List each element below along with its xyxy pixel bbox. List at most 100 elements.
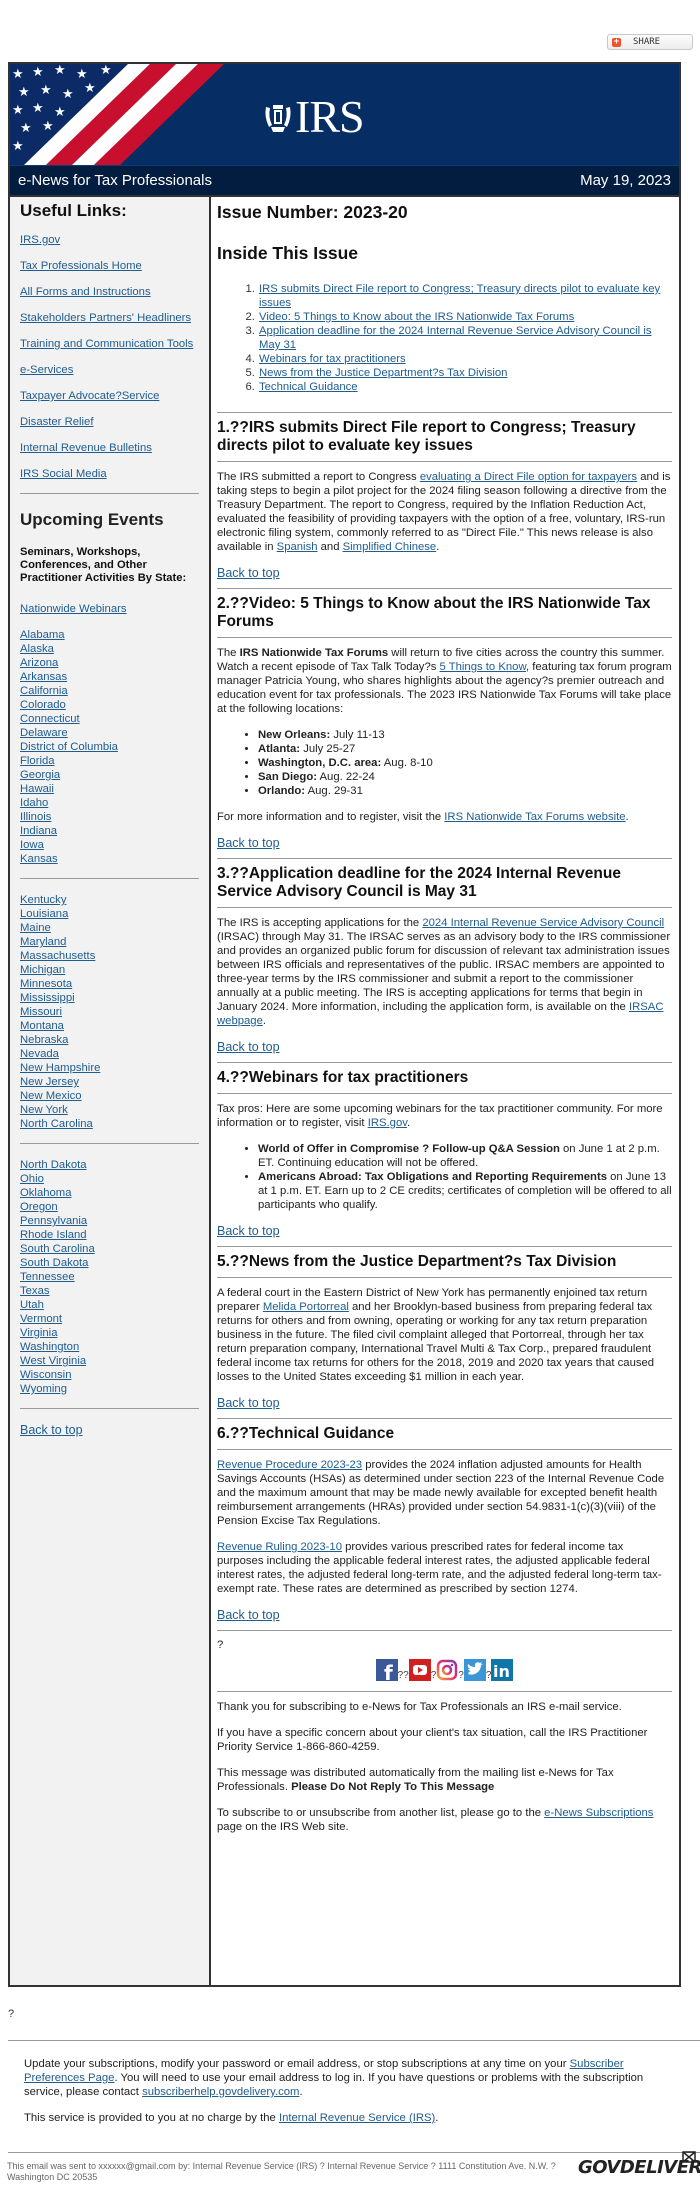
state-link-district-of-columbia[interactable]: District of Columbia (20, 740, 199, 754)
state-link-kentucky[interactable]: Kentucky (20, 893, 199, 907)
state-link-north-carolina[interactable]: North Carolina (20, 1117, 199, 1131)
state-list-group-3: North Dakota Ohio Oklahoma Oregon Pennsylvan… (20, 1158, 199, 1396)
state-link-west-virginia[interactable]: West Virginia (20, 1354, 199, 1368)
back-to-top-link[interactable]: Back to top (217, 836, 672, 850)
toc-link-2[interactable]: Video: 5 Things to Know about the IRS Na… (259, 311, 574, 323)
state-link-georgia[interactable]: Georgia (20, 768, 199, 782)
state-link-tennessee[interactable]: Tennessee (20, 1270, 199, 1284)
state-link-connecticut[interactable]: Connecticut (20, 712, 199, 726)
instagram-icon[interactable] (436, 1659, 458, 1681)
twitter-icon[interactable] (463, 1659, 486, 1681)
state-link-arizona[interactable]: Arizona (20, 656, 199, 670)
back-to-top-link[interactable]: Back to top (217, 566, 672, 580)
state-link-vermont[interactable]: Vermont (20, 1312, 199, 1326)
state-link-maine[interactable]: Maine (20, 921, 199, 935)
state-link-texas[interactable]: Texas (20, 1284, 199, 1298)
youtube-icon[interactable] (408, 1659, 431, 1681)
sidebar-divider (20, 1143, 199, 1144)
sidebar-link-irs-gov[interactable]: IRS.gov (20, 233, 199, 247)
sidebar-link-tax-pros-home[interactable]: Tax Professionals Home (20, 259, 199, 273)
subscription-notice: Update your subscriptions, modify your p… (24, 2057, 664, 2099)
state-link-ohio[interactable]: Ohio (20, 1172, 199, 1186)
state-link-nevada[interactable]: Nevada (20, 1047, 199, 1061)
state-link-kansas[interactable]: Kansas (20, 852, 199, 866)
toc-link-6[interactable]: Technical Guidance (259, 381, 358, 393)
sidebar-link-social-media[interactable]: IRS Social Media (20, 467, 199, 481)
melida-portorreal-link[interactable]: Melida Portorreal (263, 1301, 349, 1313)
state-link-north-dakota[interactable]: North Dakota (20, 1158, 199, 1172)
state-link-washington[interactable]: Washington (20, 1340, 199, 1354)
state-link-oregon[interactable]: Oregon (20, 1200, 199, 1214)
five-things-to-know-link[interactable]: 5 Things to Know (440, 661, 526, 673)
toc-link-1[interactable]: IRS submits Direct File report to Congre… (259, 283, 660, 309)
state-link-iowa[interactable]: Iowa (20, 838, 199, 852)
state-link-michigan[interactable]: Michigan (20, 963, 199, 977)
state-link-new-hampshire[interactable]: New Hampshire (20, 1061, 199, 1075)
e-news-subscriptions-link[interactable]: e-News Subscriptions (544, 1807, 653, 1819)
state-link-florida[interactable]: Florida (20, 754, 199, 768)
tax-forums-website-link[interactable]: IRS Nationwide Tax Forums website (444, 811, 625, 823)
sidebar-link-stakeholders[interactable]: Stakeholders Partners' Headliners (20, 311, 199, 325)
svg-text:★: ★ (12, 139, 24, 154)
state-link-maryland[interactable]: Maryland (20, 935, 199, 949)
state-link-new-mexico[interactable]: New Mexico (20, 1089, 199, 1103)
state-link-wisconsin[interactable]: Wisconsin (20, 1368, 199, 1382)
irs-link[interactable]: Internal Revenue Service (IRS) (279, 2112, 435, 2124)
state-link-arkansas[interactable]: Arkansas (20, 670, 199, 684)
irsac-link[interactable]: 2024 Internal Revenue Service Advisory C… (422, 917, 664, 929)
linkedin-icon[interactable]: in (491, 1659, 514, 1681)
facebook-icon[interactable]: f (375, 1659, 398, 1685)
subscriber-help-link[interactable]: subscriberhelp.govdelivery.com (142, 2086, 299, 2098)
state-link-virginia[interactable]: Virginia (20, 1326, 199, 1340)
state-link-utah[interactable]: Utah (20, 1298, 199, 1312)
state-link-pennsylvania[interactable]: Pennsylvania (20, 1214, 199, 1228)
simplified-chinese-link[interactable]: Simplified Chinese (343, 541, 437, 553)
state-link-massachusetts[interactable]: Massachusetts (20, 949, 199, 963)
state-link-south-carolina[interactable]: South Carolina (20, 1242, 199, 1256)
state-link-new-york[interactable]: New York (20, 1103, 199, 1117)
state-link-missouri[interactable]: Missouri (20, 1005, 199, 1019)
direct-file-report-link[interactable]: evaluating a Direct File option for taxp… (420, 471, 637, 483)
state-link-oklahoma[interactable]: Oklahoma (20, 1186, 199, 1200)
back-to-top-link[interactable]: Back to top (217, 1396, 672, 1410)
nationwide-webinars-link[interactable]: Nationwide Webinars (20, 602, 199, 616)
state-link-indiana[interactable]: Indiana (20, 824, 199, 838)
share-button[interactable]: + SHARE (607, 34, 693, 50)
state-link-minnesota[interactable]: Minnesota (20, 977, 199, 991)
state-link-california[interactable]: California (20, 684, 199, 698)
text: . (407, 1117, 411, 1129)
state-link-illinois[interactable]: Illinois (20, 810, 199, 824)
rev-proc-2023-23-link[interactable]: Revenue Procedure 2023-23 (217, 1459, 362, 1471)
irs-gov-link[interactable]: IRS.gov (368, 1117, 407, 1129)
back-to-top-link[interactable]: Back to top (217, 1224, 672, 1238)
state-link-hawaii[interactable]: Hawaii (20, 782, 199, 796)
toc-link-4[interactable]: Webinars for tax practitioners (259, 353, 406, 365)
state-link-alaska[interactable]: Alaska (20, 642, 199, 656)
state-link-alabama[interactable]: Alabama (20, 628, 199, 642)
state-link-nebraska[interactable]: Nebraska (20, 1033, 199, 1047)
state-link-idaho[interactable]: Idaho (20, 796, 199, 810)
toc-link-3[interactable]: Application deadline for the 2024 Intern… (259, 325, 651, 351)
sidebar-link-training[interactable]: Training and Communication Tools (20, 337, 199, 351)
sidebar-link-e-services[interactable]: e-Services (20, 363, 199, 377)
state-link-rhode-island[interactable]: Rhode Island (20, 1228, 199, 1242)
back-to-top-link[interactable]: Back to top (217, 1608, 672, 1622)
state-link-wyoming[interactable]: Wyoming (20, 1382, 199, 1396)
state-link-louisiana[interactable]: Louisiana (20, 907, 199, 921)
state-link-delaware[interactable]: Delaware (20, 726, 199, 740)
state-link-south-dakota[interactable]: South Dakota (20, 1256, 199, 1270)
state-link-mississippi[interactable]: Mississippi (20, 991, 199, 1005)
sidebar-link-disaster-relief[interactable]: Disaster Relief (20, 415, 199, 429)
state-link-montana[interactable]: Montana (20, 1019, 199, 1033)
spanish-link[interactable]: Spanish (277, 541, 318, 553)
state-link-colorado[interactable]: Colorado (20, 698, 199, 712)
sidebar-back-to-top-link[interactable]: Back to top (20, 1423, 199, 1437)
sidebar-link-forms[interactable]: All Forms and Instructions (20, 285, 199, 299)
back-to-top-link[interactable]: Back to top (217, 1040, 672, 1054)
text: . You will need to use your email addres… (24, 2072, 644, 2098)
sidebar-link-irb[interactable]: Internal Revenue Bulletins (20, 441, 199, 455)
rev-rul-2023-10-link[interactable]: Revenue Ruling 2023-10 (217, 1541, 342, 1553)
sidebar-link-taxpayer-advocate[interactable]: Taxpayer Advocate?Service (20, 389, 199, 403)
toc-link-5[interactable]: News from the Justice Department?s Tax D… (259, 367, 507, 379)
state-link-new-jersey[interactable]: New Jersey (20, 1075, 199, 1089)
